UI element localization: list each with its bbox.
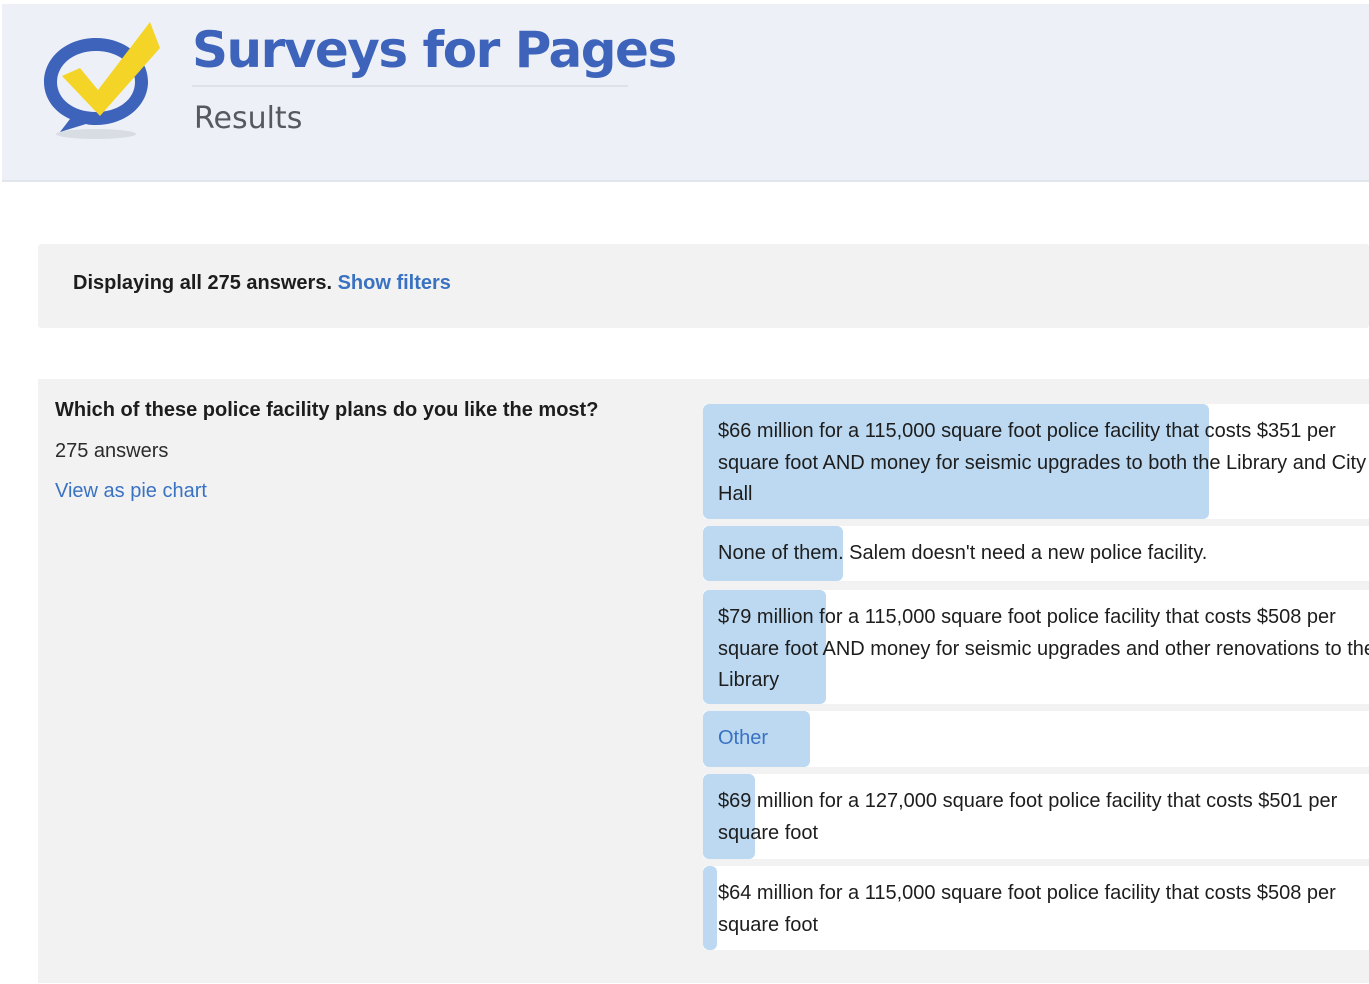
title-divider [192, 85, 628, 87]
answer-row: $69 million for a 127,000 square foot po… [703, 774, 1369, 859]
answer-label: None of them. Salem doesn't need a new p… [718, 542, 1208, 564]
speech-bubble-checkmark-icon [44, 22, 160, 139]
other-answers-link[interactable]: Other [703, 711, 1369, 755]
answer-row: Other [703, 711, 1369, 767]
show-filters-link[interactable]: Show filters [338, 272, 451, 294]
answer-row: None of them. Salem doesn't need a new p… [703, 526, 1369, 581]
answer-label: $66 million for a 115,000 square foot po… [718, 420, 1367, 505]
page-header: Surveys for Pages Results [2, 4, 1369, 182]
question-title: Which of these police facility plans do … [55, 399, 599, 421]
answer-total-text: Displaying all 275 answers. [73, 272, 333, 294]
filter-bar: Displaying all 275 answers. Show filters [38, 244, 1369, 328]
view-pie-chart-link[interactable]: View as pie chart [55, 480, 207, 503]
answer-row: $79 million for a 115,000 square foot po… [703, 590, 1369, 704]
answer-label: $64 million for a 115,000 square foot po… [718, 882, 1336, 936]
answer-label: $79 million for a 115,000 square foot po… [718, 606, 1369, 691]
filter-summary: Displaying all 275 answers. Show filters [73, 272, 451, 295]
answer-row: $64 million for a 115,000 square foot po… [703, 866, 1369, 950]
answer-row: $66 million for a 115,000 square foot po… [703, 404, 1369, 519]
app-title: Surveys for Pages [192, 21, 677, 79]
page-subtitle: Results [194, 101, 303, 136]
answer-label: $69 million for a 127,000 square foot po… [718, 790, 1338, 844]
answer-count: 275 answers [55, 440, 169, 462]
